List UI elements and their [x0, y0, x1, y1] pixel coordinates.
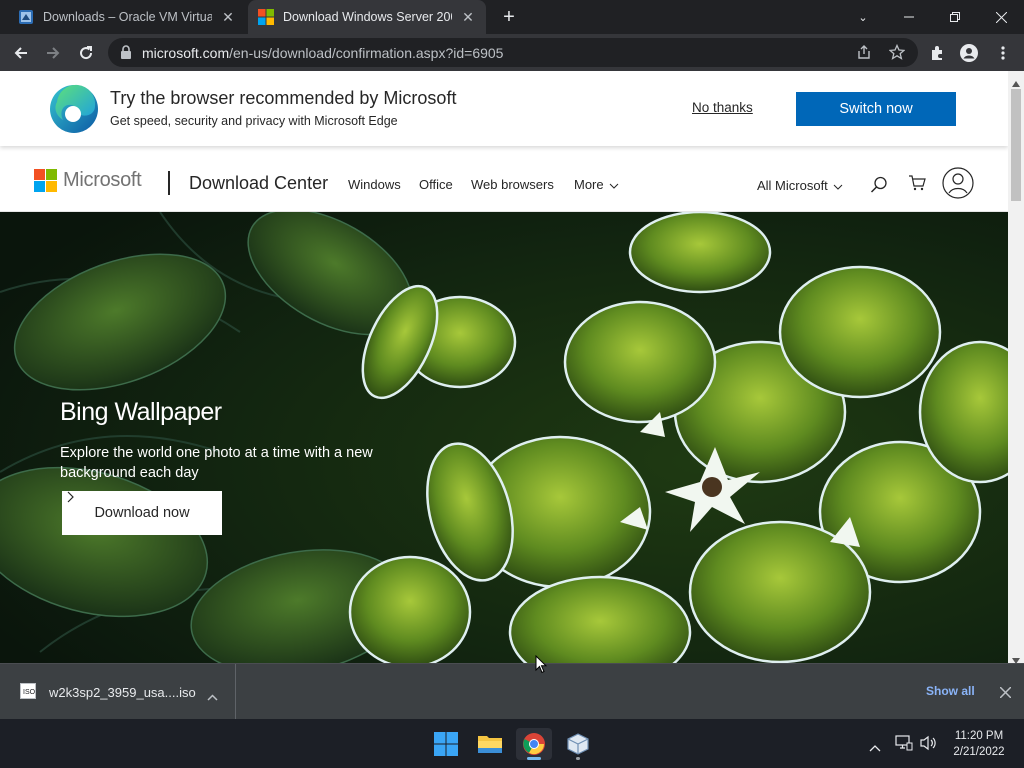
- iso-file-icon: ISO: [20, 683, 36, 704]
- edge-promo-banner: Try the browser recommended by Microsoft…: [0, 71, 1008, 146]
- cart-icon[interactable]: [908, 174, 926, 197]
- svg-text:ISO: ISO: [23, 689, 36, 696]
- microsoft-logo-icon: [34, 169, 57, 192]
- windows-logo-icon: [434, 732, 458, 756]
- forward-button[interactable]: [40, 40, 66, 66]
- nav-windows[interactable]: Windows: [348, 177, 401, 192]
- hero-title: Bing Wallpaper: [60, 398, 222, 426]
- switch-now-label: Switch now: [839, 101, 913, 117]
- page-scrollbar[interactable]: [1008, 71, 1024, 664]
- chrome-taskbar-icon[interactable]: [516, 728, 552, 760]
- clock-date: 2/21/2022: [953, 746, 1005, 758]
- chevron-up-icon[interactable]: [207, 688, 218, 706]
- show-all-link[interactable]: Show all: [926, 684, 975, 698]
- lock-icon[interactable]: [120, 45, 132, 64]
- nav-more-label: More: [574, 177, 604, 192]
- site-header: Microsoft Download Center Windows Office…: [0, 148, 1008, 212]
- chevron-down-icon: [609, 183, 618, 189]
- download-center-title[interactable]: Download Center: [189, 173, 328, 194]
- extensions-icon[interactable]: [924, 40, 950, 66]
- url-text: microsoft.com/en-us/download/confirmatio…: [142, 45, 504, 61]
- browser-toolbar: microsoft.com/en-us/download/confirmatio…: [0, 34, 1024, 71]
- close-tab-icon[interactable]: ✕: [460, 9, 476, 26]
- web-page: Try the browser recommended by Microsoft…: [0, 71, 1008, 663]
- back-button[interactable]: [8, 40, 34, 66]
- nav-more[interactable]: More: [574, 177, 619, 192]
- windows-taskbar: 11:20 PM 2/21/2022: [0, 719, 1024, 768]
- brand-name: Microsoft: [63, 169, 142, 191]
- edge-banner-subtitle: Get speed, security and privacy with Mic…: [110, 114, 398, 128]
- download-now-label: Download now: [94, 505, 190, 521]
- all-microsoft-menu[interactable]: All Microsoft: [757, 178, 843, 193]
- restore-button[interactable]: [932, 0, 978, 34]
- header-divider: [168, 171, 170, 195]
- clock-time: 11:20 PM: [954, 730, 1004, 742]
- download-item[interactable]: ISO w2k3sp2_3959_usa....iso: [0, 664, 236, 720]
- close-window-button[interactable]: [978, 0, 1024, 34]
- scrollbar-thumb[interactable]: [1011, 89, 1021, 201]
- download-shelf: ISO w2k3sp2_3959_usa....iso Show all: [0, 663, 1024, 720]
- tab-search-icon[interactable]: ⌄: [840, 0, 886, 34]
- edge-logo-icon: [49, 84, 99, 139]
- search-icon[interactable]: [870, 176, 888, 199]
- running-app-indicator: [576, 757, 580, 760]
- clock[interactable]: 11:20 PM 2/21/2022: [944, 728, 1014, 760]
- close-tab-icon[interactable]: ✕: [220, 9, 236, 26]
- start-button[interactable]: [428, 728, 464, 760]
- profile-icon[interactable]: [956, 40, 982, 66]
- show-hidden-icons-chevron-icon[interactable]: [869, 739, 881, 757]
- microsoft-logo-icon: [258, 9, 274, 25]
- tab-title: Download Windows Server 2003: [283, 10, 452, 24]
- mouse-cursor-icon: [535, 654, 548, 679]
- all-microsoft-label: All Microsoft: [757, 178, 828, 193]
- menu-kebab-icon[interactable]: [990, 40, 1016, 66]
- hero-text-block: Bing Wallpaper Explore the world one pho…: [60, 398, 420, 483]
- tab-download-windows-server[interactable]: Download Windows Server 2003 ✕: [248, 0, 486, 34]
- microsoft-logo[interactable]: Microsoft: [34, 169, 142, 192]
- no-thanks-link[interactable]: No thanks: [692, 100, 753, 115]
- minimize-button[interactable]: [886, 0, 932, 34]
- account-sign-in-icon[interactable]: [942, 167, 974, 204]
- switch-now-button[interactable]: Switch now: [796, 92, 956, 126]
- download-file-name: w2k3sp2_3959_usa....iso: [49, 685, 196, 700]
- volume-icon[interactable]: [920, 735, 938, 756]
- new-tab-button[interactable]: +: [497, 5, 521, 29]
- network-icon[interactable]: [895, 735, 913, 756]
- nav-office[interactable]: Office: [419, 177, 453, 192]
- reload-button[interactable]: [73, 40, 99, 66]
- address-bar[interactable]: microsoft.com/en-us/download/confirmatio…: [108, 38, 918, 67]
- tab-title: Downloads – Oracle VM VirtualBox: [43, 10, 212, 24]
- tab-strip: Downloads – Oracle VM VirtualBox ✕ Downl…: [0, 0, 1024, 34]
- share-icon[interactable]: [856, 44, 872, 65]
- active-app-indicator: [527, 757, 541, 760]
- edge-banner-title: Try the browser recommended by Microsoft: [110, 88, 457, 108]
- virtualbox-icon: [18, 9, 34, 25]
- chevron-down-icon: [833, 184, 843, 190]
- hero-banner: Bing Wallpaper Explore the world one pho…: [0, 212, 1008, 663]
- close-download-shelf-icon[interactable]: [999, 685, 1012, 703]
- file-explorer-icon[interactable]: [472, 728, 508, 760]
- tab-virtualbox-downloads[interactable]: Downloads – Oracle VM VirtualBox ✕: [8, 0, 246, 34]
- nav-web-browsers[interactable]: Web browsers: [471, 177, 554, 192]
- chevron-right-icon: [67, 491, 74, 503]
- hero-description: Explore the world one photo at a time wi…: [60, 445, 373, 481]
- bookmark-star-icon[interactable]: [888, 43, 906, 65]
- download-now-button[interactable]: Download now: [62, 491, 222, 535]
- virtualbox-taskbar-icon[interactable]: [560, 728, 596, 760]
